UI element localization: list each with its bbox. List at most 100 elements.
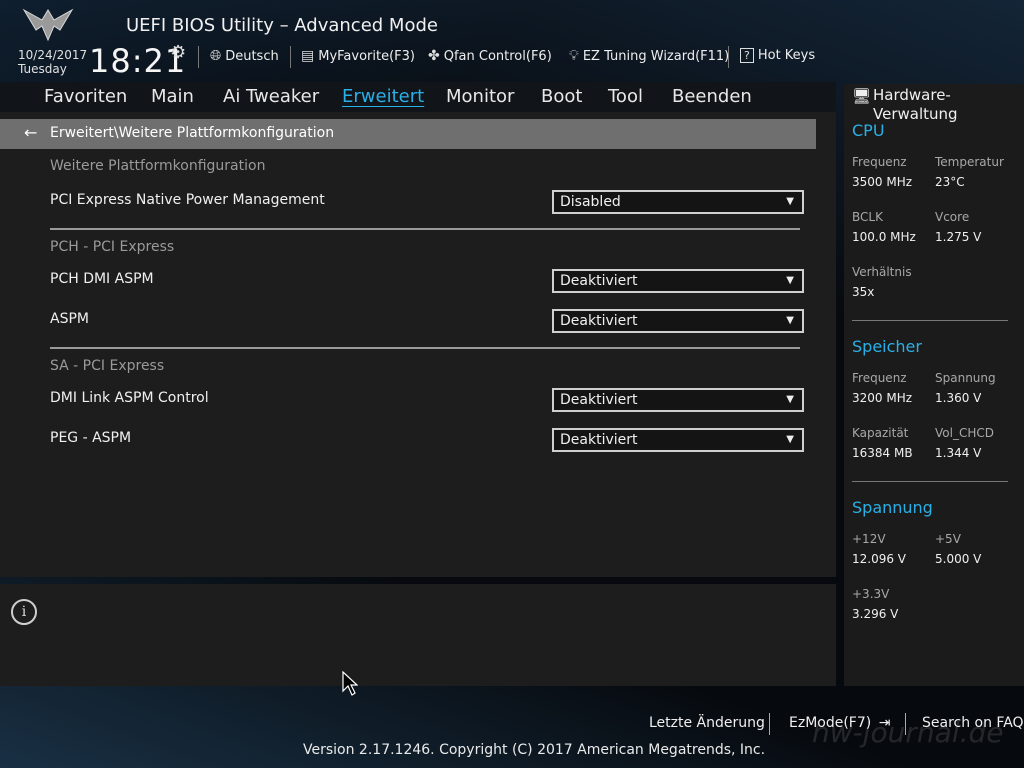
section-divider [50, 228, 800, 230]
qfan-label: Qfan Control(F6) [443, 48, 552, 64]
hw-divider [852, 320, 1008, 321]
pch-dmi-aspm-select[interactable]: Deaktiviert ▼ [552, 269, 804, 293]
select-value: Deaktiviert [560, 392, 638, 408]
tab-boot[interactable]: Boot [541, 86, 582, 107]
tab-tool[interactable]: Tool [608, 86, 643, 107]
info-icon: i [11, 599, 37, 625]
tab-favoriten[interactable]: Favoriten [44, 86, 127, 107]
v5-label: +5V [935, 532, 961, 546]
last-change-button[interactable]: Letzte Änderung [649, 715, 765, 731]
mem-volt-label: Spannung [935, 371, 996, 385]
hotkeys-button[interactable]: ? Hot Keys [740, 48, 815, 63]
memory-heading: Speicher [852, 337, 922, 356]
header-divider [728, 46, 729, 68]
vcore-value: 1.275 V [935, 230, 982, 244]
section-heading: SA - PCI Express [50, 358, 165, 374]
mem-chcd-label: Vol_CHCD [935, 426, 994, 440]
tab-erweitert[interactable]: Erweitert [342, 86, 424, 107]
bclk-value: 100.0 MHz [852, 230, 916, 244]
fan-icon: ✤ [428, 48, 440, 64]
mem-freq-value: 3200 MHz [852, 391, 913, 405]
hardware-monitor-panel: 🖥︎ Hardware-Verwaltung CPU Frequenz Temp… [844, 84, 1024, 686]
header: UEFI BIOS Utility – Advanced Mode 10/24/… [0, 0, 1024, 82]
ez-tuning-label: EZ Tuning Wizard(F11) [582, 48, 730, 64]
menu-bar: Favoriten Main Ai Tweaker Erweitert Moni… [0, 82, 836, 112]
bulb-icon: 💡︎ [569, 48, 579, 64]
bclk-label: BCLK [852, 210, 883, 224]
footer-divider [905, 713, 906, 735]
ezmode-button[interactable]: EzMode(F7) ⇥ [789, 715, 890, 731]
v12-value: 12.096 V [852, 552, 907, 566]
pci-express-power-select[interactable]: Disabled ▼ [552, 190, 804, 214]
tuf-logo [20, 6, 116, 42]
hw-title: Hardware-Verwaltung [873, 86, 958, 123]
ez-tuning-button[interactable]: 💡︎ EZ Tuning Wizard(F11) [569, 48, 729, 64]
globe-icon: 🌐︎ [210, 48, 222, 64]
mouse-cursor-icon [342, 670, 359, 701]
setting-label: PEG - ASPM [50, 430, 132, 446]
exit-icon: ⇥ [878, 715, 891, 731]
ezmode-label: EzMode(F7) [789, 715, 872, 731]
vcore-label: Vcore [935, 210, 970, 224]
hw-divider [852, 481, 1008, 482]
v33-value: 3.296 V [852, 607, 899, 621]
setting-label: ASPM [50, 311, 89, 327]
footer: hw-journal.de Letzte Änderung EzMode(F7)… [0, 686, 1024, 768]
back-arrow-icon[interactable]: ← [24, 123, 37, 142]
section-heading: Weitere Plattformkonfiguration [50, 158, 266, 174]
app-title: UEFI BIOS Utility – Advanced Mode [126, 15, 438, 36]
language-button[interactable]: 🌐︎ Deutsch [210, 48, 279, 64]
mem-cap-value: 16384 MB [852, 446, 913, 460]
myfavorite-label: MyFavorite(F3) [318, 48, 415, 64]
breadcrumb: ← Erweitert\Weitere Plattformkonfigurati… [0, 119, 816, 149]
cpu-temp-label: Temperatur [935, 155, 1004, 169]
v33-label: +3.3V [852, 587, 890, 601]
dropdown-arrow-icon: ▼ [786, 196, 794, 207]
myfavorite-button[interactable]: ▤ MyFavorite(F3) [301, 48, 415, 64]
peg-aspm-select[interactable]: Deaktiviert ▼ [552, 428, 804, 452]
cpu-temp-value: 23°C [935, 175, 965, 189]
language-label: Deutsch [225, 48, 279, 64]
cpu-heading: CPU [852, 121, 885, 140]
version-text: Version 2.17.1246. Copyright (C) 2017 Am… [303, 742, 766, 758]
section-heading: PCH - PCI Express [50, 239, 175, 255]
v5-value: 5.000 V [935, 552, 982, 566]
faq-button[interactable]: Search on FAQ [922, 715, 1024, 731]
favorite-icon: ▤ [301, 48, 315, 64]
setting-label: DMI Link ASPM Control [50, 390, 209, 406]
tab-monitor[interactable]: Monitor [446, 86, 514, 107]
select-value: Deaktiviert [560, 432, 638, 448]
help-info-panel: i [0, 584, 836, 686]
help-icon: ? [740, 48, 754, 63]
ratio-label: Verhältnis [852, 265, 912, 279]
header-divider [290, 46, 291, 68]
setting-label: PCH DMI ASPM [50, 271, 154, 287]
aspm-select[interactable]: Deaktiviert ▼ [552, 309, 804, 333]
weekday: Tuesday [18, 62, 67, 76]
qfan-button[interactable]: ✤ Qfan Control(F6) [428, 48, 552, 64]
mem-cap-label: Kapazität [852, 426, 909, 440]
voltage-heading: Spannung [852, 498, 933, 517]
footer-divider [769, 713, 770, 735]
dropdown-arrow-icon: ▼ [786, 434, 794, 445]
select-value: Disabled [560, 194, 621, 210]
header-divider [198, 46, 199, 68]
tab-beenden[interactable]: Beenden [672, 86, 752, 107]
select-value: Deaktiviert [560, 313, 638, 329]
dmi-link-aspm-select[interactable]: Deaktiviert ▼ [552, 388, 804, 412]
ratio-value: 35x [852, 285, 875, 299]
dropdown-arrow-icon: ▼ [786, 315, 794, 326]
settings-panel: ← Erweitert\Weitere Plattformkonfigurati… [0, 112, 836, 577]
tab-main[interactable]: Main [151, 86, 194, 107]
setting-label: PCI Express Native Power Management [50, 192, 325, 208]
v12-label: +12V [852, 532, 886, 546]
section-divider [50, 347, 800, 349]
monitor-icon: 🖥︎ [852, 87, 872, 105]
tab-ai-tweaker[interactable]: Ai Tweaker [223, 86, 319, 107]
gear-icon[interactable]: ⚙ [170, 42, 186, 63]
mem-freq-label: Frequenz [852, 371, 907, 385]
dropdown-arrow-icon: ▼ [786, 394, 794, 405]
mem-chcd-value: 1.344 V [935, 446, 982, 460]
breadcrumb-text: Erweitert\Weitere Plattformkonfiguration [50, 125, 335, 141]
mem-volt-value: 1.360 V [935, 391, 982, 405]
